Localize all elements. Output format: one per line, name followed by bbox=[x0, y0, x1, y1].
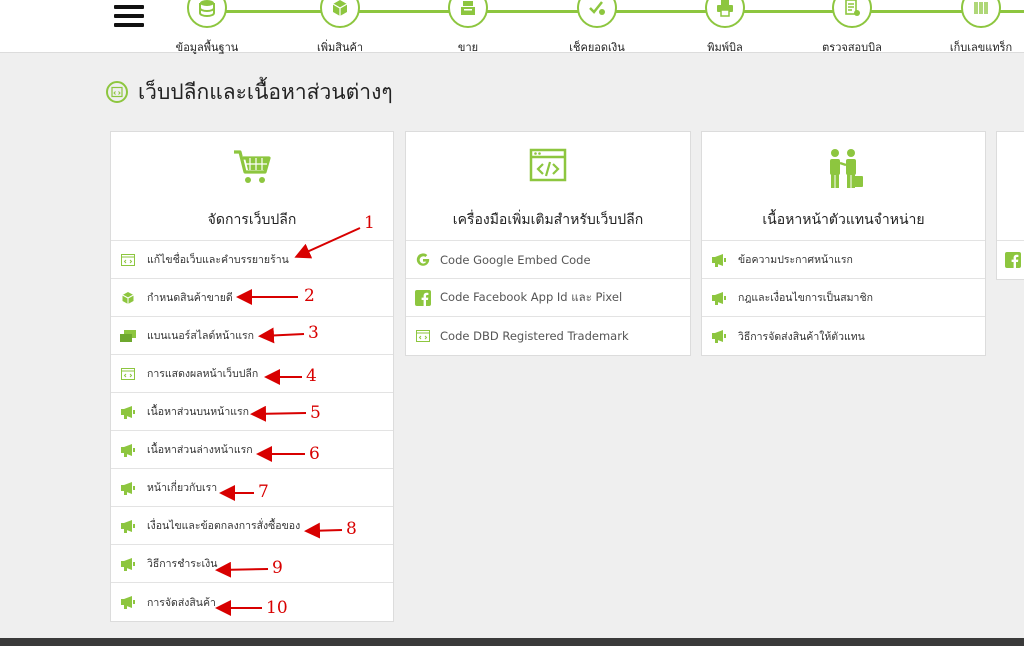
megaphone-icon bbox=[119, 594, 137, 610]
menu-item-label: หน้าเกี่ยวกับเรา bbox=[147, 482, 218, 494]
menu-item-label: ข้อความประกาศหน้าแรก bbox=[738, 254, 853, 266]
menu-item-label: แก้ไขชื่อเว็บและคำบรรยายร้าน bbox=[147, 254, 289, 266]
menu-item-label: เนื้อหาส่วนล่างหน้าแรก bbox=[147, 444, 253, 456]
nav-step-label: ตรวจสอบบิล bbox=[822, 41, 882, 54]
money-check-icon bbox=[577, 0, 617, 28]
menu-item-label: เนื้อหาส่วนบนหน้าแรก bbox=[147, 406, 249, 418]
menu-item-label: Code Google Embed Code bbox=[440, 252, 591, 267]
menu-item-banner-slide[interactable]: แบนเนอร์สไลด์หน้าแรก bbox=[111, 317, 393, 355]
annotation-number: 8 bbox=[346, 519, 357, 539]
google-icon bbox=[414, 252, 432, 268]
annotation-number: 3 bbox=[308, 323, 319, 343]
card-agent-page-content: เนื้อหาหน้าตัวแทนจำหน่าย ข้อความประกาศหน… bbox=[701, 131, 986, 356]
menu-item-bottom-content[interactable]: เนื้อหาส่วนล่างหน้าแรก bbox=[111, 431, 393, 469]
nav-step-label: เช็คยอดเงิน bbox=[569, 41, 625, 54]
card-title: เนื้อหาหน้าตัวแทนจำหน่าย bbox=[762, 212, 925, 228]
card-manage-retail-web: จัดการเว็บปลีก แก้ไขชื่อเว็บและคำบรรยายร… bbox=[110, 131, 394, 622]
printer-icon bbox=[705, 0, 745, 28]
cart-icon bbox=[232, 148, 272, 190]
card-title: จัดการเว็บปลีก bbox=[207, 212, 297, 228]
menu-item-membership-rules[interactable]: กฎและเงื่อนไขการเป็นสมาชิก bbox=[702, 279, 985, 317]
menu-item-agent-shipping[interactable]: วิธีการจัดส่งสินค้าให้ตัวแทน bbox=[702, 317, 985, 355]
box-icon bbox=[320, 0, 360, 28]
menu-item-top-content[interactable]: เนื้อหาส่วนบนหน้าแรก bbox=[111, 393, 393, 431]
menu-item-label: วิธีการจัดส่งสินค้าให้ตัวแทน bbox=[738, 330, 865, 343]
nav-step-label: ข้อมูลพื้นฐาน bbox=[175, 41, 239, 54]
box-icon bbox=[119, 290, 137, 306]
megaphone-icon bbox=[119, 442, 137, 458]
card-header: จัดการเว็บปลีก bbox=[111, 132, 393, 241]
annotation-number: 4 bbox=[306, 366, 317, 386]
megaphone-icon bbox=[119, 518, 137, 534]
megaphone-icon bbox=[119, 556, 137, 572]
annotation-number: 5 bbox=[310, 403, 321, 423]
menu-item-facebook[interactable] bbox=[997, 241, 1024, 279]
page-title-text: เว็บปลีกและเนื้อหาส่วนต่างๆ bbox=[138, 79, 393, 104]
nav-step-label: พิมพ์บิล bbox=[707, 41, 743, 54]
menu-item-label: Code Facebook App Id และ Pixel bbox=[440, 289, 623, 304]
nav-step-label: ขาย bbox=[457, 41, 479, 54]
menu-item-about-us[interactable]: หน้าเกี่ยวกับเรา bbox=[111, 469, 393, 507]
megaphone-icon bbox=[119, 404, 137, 420]
card-title: เครื่องมือเพิ่มเติมสำหรับเว็บปลีก bbox=[452, 212, 644, 228]
code-window-icon bbox=[529, 148, 567, 188]
menu-item-home-announcement[interactable]: ข้อความประกาศหน้าแรก bbox=[702, 241, 985, 279]
megaphone-icon bbox=[710, 252, 728, 268]
annotation-number: 1 bbox=[364, 213, 375, 233]
menu-item-label: กฎและเงื่อนไขการเป็นสมาชิก bbox=[738, 292, 873, 304]
barcode-icon bbox=[961, 0, 1001, 28]
banner-icon bbox=[119, 328, 137, 344]
card-header bbox=[997, 132, 1024, 241]
menu-item-payment-methods[interactable]: วิธีการชำระเงิน bbox=[111, 545, 393, 583]
menu-item-label: การจัดส่งสินค้า bbox=[147, 596, 216, 609]
card-header: เครื่องมือเพิ่มเติมสำหรับเว็บปลีก bbox=[406, 132, 690, 241]
annotation-number: 9 bbox=[272, 558, 283, 578]
menu-item-label: Code DBD Registered Trademark bbox=[440, 329, 629, 343]
top-navigation-bar: ข้อมูลพื้นฐาน เพิ่มสินค้า ขาย เช็คยอดเงิ… bbox=[0, 0, 1024, 54]
hamburger-menu-icon[interactable] bbox=[114, 5, 144, 31]
menu-item-label: กำหนดสินค้าขายดี bbox=[147, 292, 233, 304]
menu-item-edit-web-name[interactable]: แก้ไขชื่อเว็บและคำบรรยายร้าน bbox=[111, 241, 393, 279]
annotation-number: 10 bbox=[266, 598, 288, 618]
menu-item-display-settings[interactable]: การแสดงผลหน้าเว็บปลีก bbox=[111, 355, 393, 393]
menu-item-label: เงื่อนไขและข้อตกลงการสั่งซื้อของ bbox=[147, 520, 301, 532]
menu-item-best-sellers[interactable]: กำหนดสินค้าขายดี bbox=[111, 279, 393, 317]
card-header: เนื้อหาหน้าตัวแทนจำหน่าย bbox=[702, 132, 985, 241]
facebook-icon bbox=[414, 289, 432, 306]
menu-item-dbd-trademark[interactable]: Code DBD Registered Trademark bbox=[406, 317, 690, 355]
annotation-number: 6 bbox=[309, 444, 320, 464]
annotation-number: 7 bbox=[258, 482, 269, 502]
card-partial bbox=[996, 131, 1024, 280]
code-window-icon bbox=[414, 328, 432, 344]
menu-item-google-embed[interactable]: Code Google Embed Code bbox=[406, 241, 690, 279]
menu-item-facebook-pixel[interactable]: Code Facebook App Id และ Pixel bbox=[406, 279, 690, 317]
nav-step-label: เก็บเลขแทร็ก bbox=[949, 41, 1013, 54]
code-window-icon bbox=[106, 81, 128, 103]
code-window-icon bbox=[119, 366, 137, 382]
facebook-icon bbox=[1005, 252, 1021, 268]
menu-item-shipping[interactable]: การจัดส่งสินค้า bbox=[111, 583, 393, 621]
nav-step-label: เพิ่มสินค้า bbox=[316, 41, 364, 54]
megaphone-icon bbox=[710, 328, 728, 344]
cash-register-icon bbox=[448, 0, 488, 28]
megaphone-icon bbox=[119, 480, 137, 496]
megaphone-icon bbox=[710, 290, 728, 306]
page-title: เว็บปลีกและเนื้อหาส่วนต่างๆ bbox=[106, 77, 393, 107]
bottom-bar bbox=[0, 638, 1024, 646]
card-extra-tools: เครื่องมือเพิ่มเติมสำหรับเว็บปลีก Code G… bbox=[405, 131, 691, 356]
menu-item-label: แบนเนอร์สไลด์หน้าแรก bbox=[147, 330, 255, 342]
menu-item-label: การแสดงผลหน้าเว็บปลีก bbox=[147, 368, 259, 380]
code-window-icon bbox=[119, 252, 137, 268]
annotation-number: 2 bbox=[304, 286, 315, 306]
database-icon bbox=[187, 0, 227, 28]
receipt-check-icon bbox=[832, 0, 872, 28]
menu-item-label: วิธีการชำระเงิน bbox=[147, 558, 218, 570]
agents-icon bbox=[824, 148, 864, 194]
